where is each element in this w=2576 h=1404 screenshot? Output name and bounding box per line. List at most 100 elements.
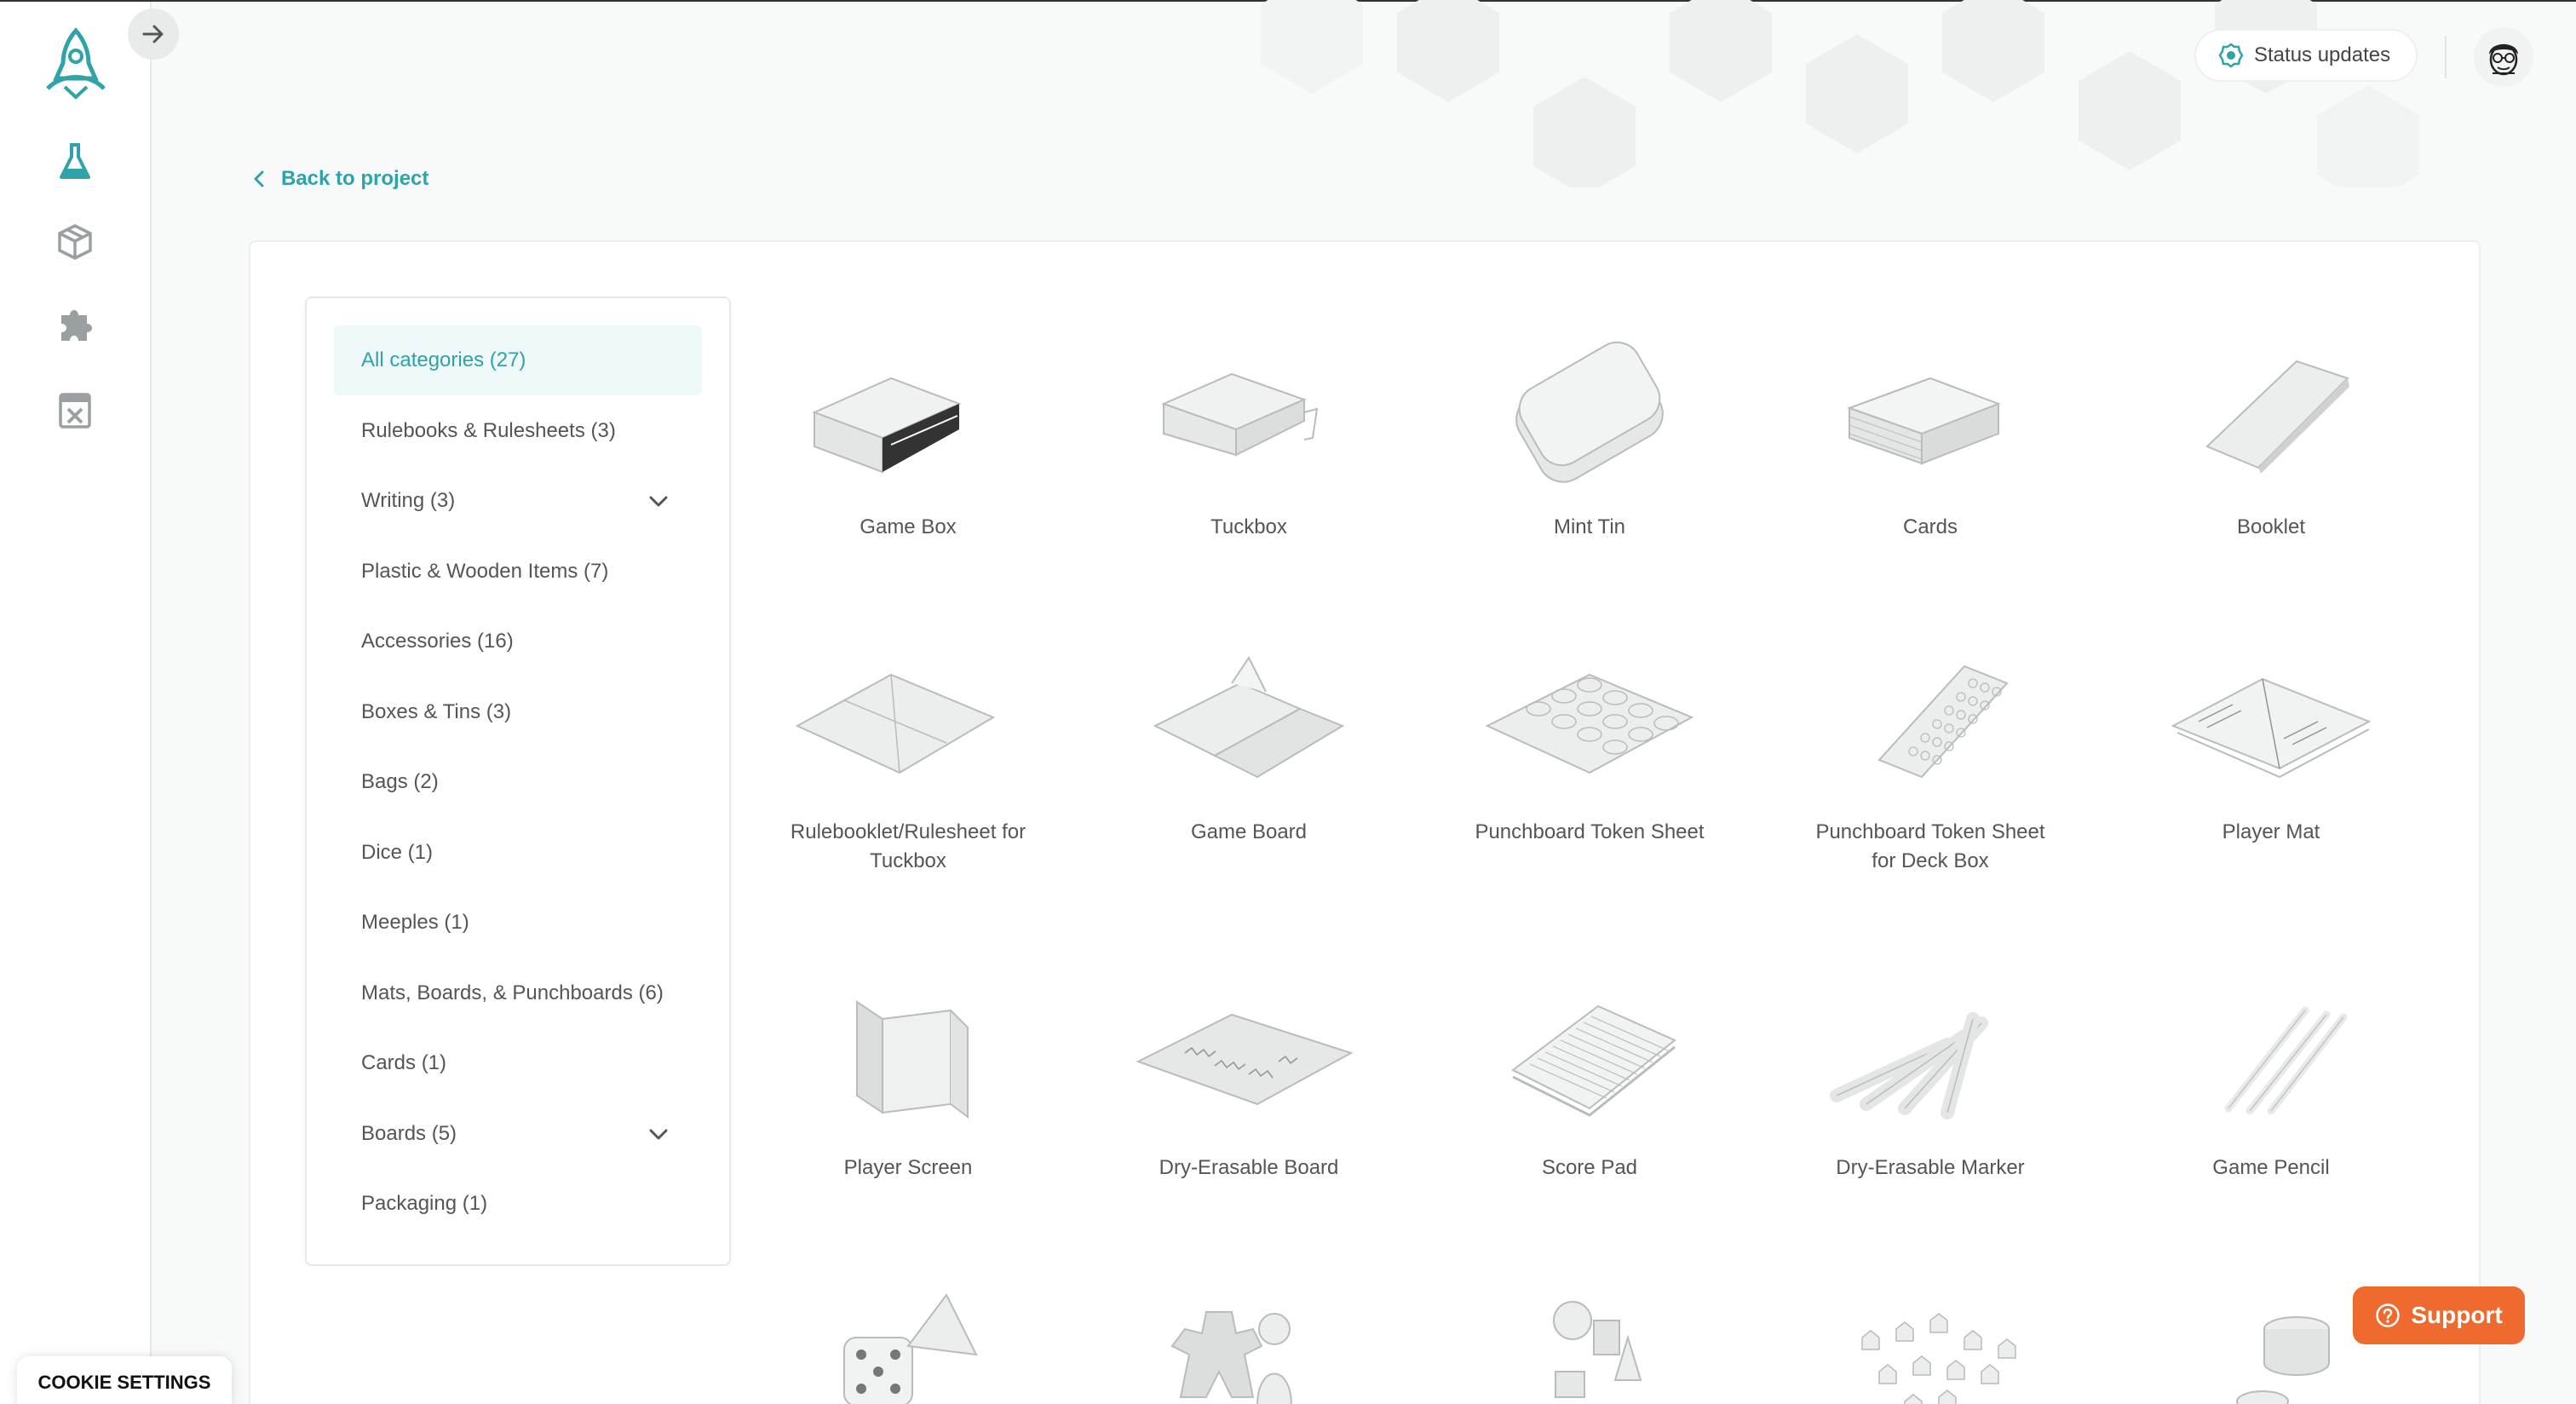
category-item[interactable]: All categories (27) — [334, 325, 702, 395]
mint-tin-icon — [1445, 327, 1734, 498]
product-label: Booklet — [2236, 515, 2306, 538]
product-card[interactable]: Cards — [1785, 327, 2075, 542]
game-box-icon — [763, 327, 1053, 498]
category-item[interactable]: Plastic & Wooden Items (7) — [334, 537, 702, 607]
cookie-settings-label: COOKIE SETTINGS — [37, 1372, 211, 1393]
product-card[interactable]: Player Screen — [763, 968, 1053, 1182]
product-card[interactable]: Score Pad — [1445, 968, 1734, 1182]
category-item[interactable]: Cards (1) — [334, 1028, 702, 1098]
product-label: Punchboard Token Sheet for Deck Box — [1815, 820, 2045, 872]
category-item[interactable]: Packaging (1) — [334, 1169, 702, 1239]
chevron-down-icon[interactable] — [647, 1123, 670, 1145]
category-label: Cards (1) — [361, 1051, 447, 1074]
product-card[interactable]: Game Board — [1104, 632, 1394, 847]
product-card[interactable]: Punchboard Token Sheet for Deck Box — [1785, 632, 2075, 876]
support-label: Support — [2411, 1302, 2503, 1328]
meeple-icon — [1104, 1269, 1394, 1404]
category-item[interactable]: Boards (5) — [334, 1099, 702, 1169]
expand-sidebar-button[interactable] — [128, 9, 179, 60]
category-item[interactable]: Bags (2) — [334, 747, 702, 817]
product-label: Punchboard Token Sheet — [1475, 820, 1705, 843]
chevron-left-icon — [254, 170, 264, 187]
player-mat-icon — [2126, 632, 2416, 803]
user-avatar[interactable] — [2474, 27, 2533, 87]
rulesheet-icon — [763, 632, 1053, 803]
category-label: Bags (2) — [361, 770, 439, 793]
category-item[interactable]: Mats, Boards, & Punchboards (6) — [334, 958, 702, 1028]
product-card[interactable] — [1445, 1269, 1734, 1404]
category-label: Dice (1) — [361, 840, 434, 864]
category-item[interactable]: Accessories (16) — [334, 607, 702, 676]
score-pad-icon — [1445, 968, 1734, 1138]
product-card[interactable]: Dry-Erasable Board — [1104, 968, 1394, 1182]
wooden-pieces-icon — [1785, 1269, 2075, 1404]
category-label: Plastic & Wooden Items (7) — [361, 559, 609, 583]
dice-icon — [763, 1269, 1053, 1404]
game-board-icon — [1104, 632, 1394, 803]
status-updates-button[interactable]: Status updates — [2194, 29, 2418, 82]
product-card[interactable] — [1104, 1269, 1394, 1404]
token-sheet-deckbox-icon — [1785, 632, 2075, 803]
category-item[interactable]: Boxes & Tins (3) — [334, 677, 702, 747]
product-label: Game Board — [1190, 820, 1308, 843]
box-icon[interactable] — [51, 218, 99, 266]
category-label: Writing (3) — [361, 489, 456, 512]
category-item[interactable]: Rulebooks & Rulesheets (3) — [334, 396, 702, 466]
product-label: Game Pencil — [2212, 1156, 2330, 1179]
app-logo[interactable] — [39, 27, 112, 101]
product-card[interactable]: Game Box — [763, 327, 1053, 542]
category-label: Boxes & Tins (3) — [361, 699, 512, 723]
product-card[interactable]: Game Pencil — [2126, 968, 2416, 1182]
puzzle-icon[interactable] — [51, 300, 99, 348]
category-item[interactable]: Dice (1) — [334, 818, 702, 888]
pencil-icon — [2126, 968, 2416, 1138]
player-screen-icon — [763, 968, 1053, 1138]
product-card[interactable]: Booklet — [2126, 327, 2416, 542]
product-label: Cards — [1902, 515, 1958, 538]
dry-erase-board-icon — [1104, 968, 1394, 1138]
support-button[interactable]: Support — [2353, 1286, 2525, 1344]
tuckbox-icon — [1104, 327, 1394, 498]
product-label: Dry-Erasable Marker — [1836, 1156, 2025, 1179]
product-label: Mint Tin — [1553, 515, 1626, 538]
product-card[interactable]: Mint Tin — [1445, 327, 1734, 542]
category-label: Rulebooks & Rulesheets (3) — [361, 418, 616, 442]
category-label: Mats, Boards, & Punchboards (6) — [361, 981, 664, 1004]
back-to-project-label: Back to project — [281, 167, 429, 190]
product-label: Dry-Erasable Board — [1159, 1156, 1339, 1179]
category-item[interactable]: Meeples (1) — [334, 888, 702, 958]
cookie-settings-button[interactable]: COOKIE SETTINGS — [17, 1356, 232, 1404]
product-label: Score Pad — [1541, 1156, 1638, 1179]
cards-icon — [1785, 327, 2075, 498]
booklet-icon — [2126, 327, 2416, 498]
category-label: Boards (5) — [361, 1121, 457, 1145]
token-sheet-icon — [1445, 632, 1734, 803]
product-label: Rulebooklet/Rulesheet for Tuckbox — [790, 820, 1026, 872]
catalog-icon[interactable] — [51, 387, 99, 434]
flask-icon[interactable] — [51, 138, 99, 186]
plastic-pieces-icon — [1445, 1269, 1734, 1404]
badge-check-icon — [2218, 43, 2244, 68]
category-label: All categories (27) — [361, 348, 526, 371]
product-label: Game Box — [860, 515, 957, 538]
header-divider — [2445, 36, 2447, 78]
product-label: Player Screen — [843, 1156, 973, 1179]
left-sidebar — [0, 2, 152, 1404]
product-card[interactable]: Player Mat — [2126, 632, 2416, 847]
chevron-down-icon[interactable] — [647, 490, 670, 512]
product-card[interactable]: Punchboard Token Sheet — [1445, 632, 1734, 847]
category-label: Packaging (1) — [361, 1192, 488, 1215]
product-label: Player Mat — [2222, 820, 2320, 843]
hexagon-background — [1261, 0, 2419, 187]
help-circle-icon — [2376, 1303, 2401, 1327]
category-item[interactable]: Writing (3) — [334, 466, 702, 536]
product-card[interactable] — [1785, 1269, 2075, 1404]
marker-icon — [1785, 968, 2075, 1138]
product-card[interactable]: Dry-Erasable Marker — [1785, 968, 2075, 1182]
product-card[interactable]: Tuckbox — [1104, 327, 1394, 542]
category-label: Accessories (16) — [361, 630, 514, 653]
back-to-project-link[interactable]: Back to project — [252, 167, 428, 191]
avatar-face-icon — [2489, 43, 2518, 76]
product-card[interactable]: Rulebooklet/Rulesheet for Tuckbox — [763, 632, 1053, 876]
product-card[interactable] — [763, 1269, 1053, 1404]
